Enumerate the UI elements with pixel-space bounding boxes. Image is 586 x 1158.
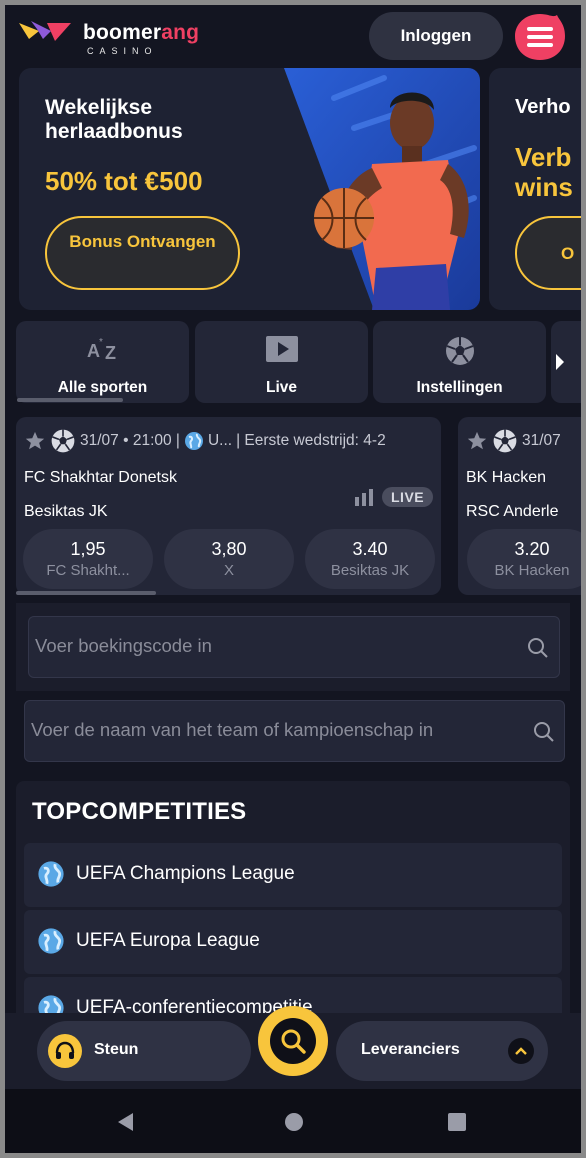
soccer-ball-icon — [51, 429, 75, 453]
competition-name: UEFA Europa League — [76, 930, 260, 951]
matches-scrollbar[interactable] — [16, 591, 156, 595]
providers-button[interactable]: Leveranciers — [336, 1021, 548, 1081]
booking-code-placeholder: Voer boekingscode in — [35, 635, 212, 656]
star-icon[interactable] — [466, 430, 488, 452]
odd-value: 1,95 — [70, 539, 106, 559]
match-meta: 31/07 — [466, 429, 561, 453]
banner-promo-text: Verb wins — [515, 142, 573, 202]
svg-text:Z: Z — [105, 343, 116, 363]
odd-value: 3.20 — [514, 539, 550, 559]
back-icon[interactable] — [115, 1111, 137, 1133]
hamburger-menu-icon — [515, 14, 565, 60]
logo-wordmark: boomerang — [83, 21, 200, 44]
banner-title: Wekelijkse herlaadbonus — [45, 96, 183, 143]
section-title: TOPCOMPETITIES — [32, 798, 247, 825]
odd-value: 3.40 — [352, 539, 388, 559]
stats-bar-icon[interactable] — [354, 488, 374, 506]
tabs-scroll-right[interactable] — [551, 321, 581, 403]
odd-button-draw[interactable]: 3,80 X — [164, 529, 294, 589]
team-away: Besiktas JK — [24, 503, 108, 520]
team-away: RSC Anderle — [466, 503, 559, 520]
match-card[interactable]: 31/07 BK Hacken RSC Anderle 3.20 BK Hack… — [458, 417, 581, 595]
headset-icon — [48, 1034, 82, 1068]
competition-item[interactable]: UEFA Champions League — [24, 843, 562, 907]
globe-icon — [38, 861, 64, 887]
search-icon[interactable] — [533, 721, 555, 743]
svg-text:*: * — [99, 337, 103, 348]
tab-label: Live — [265, 379, 297, 396]
odd-label: FC Shakht... — [46, 562, 130, 579]
tab-label: Alle sporten — [57, 379, 148, 396]
match-card[interactable]: 31/07 • 21:00 | U... | Eerste wedstrijd:… — [16, 417, 441, 595]
tab-live[interactable]: Live — [195, 321, 368, 403]
odd-label: BK Hacken — [494, 562, 570, 579]
competition-name: UEFA Champions League — [76, 863, 295, 884]
menu-button[interactable] — [513, 12, 567, 62]
recents-icon[interactable] — [446, 1111, 468, 1133]
promo-banner-secondary[interactable]: Verho Verb wins O — [489, 68, 581, 310]
team-search-placeholder: Voer de naam van het team of kampioensch… — [31, 719, 434, 740]
star-icon[interactable] — [24, 430, 46, 452]
top-header: boomerang CASINO Inloggen — [5, 5, 581, 67]
support-label: Steun — [94, 1041, 139, 1058]
booking-code-input[interactable]: Voer boekingscode in — [28, 616, 560, 678]
search-icon — [281, 1029, 306, 1054]
basketball-player-illustration — [284, 68, 480, 310]
claim-bonus-button[interactable]: Bonus Ontvangen — [45, 216, 240, 290]
soccer-ball-icon — [445, 337, 474, 365]
a-z-sort-icon: A * Z — [87, 337, 116, 363]
search-icon[interactable] — [527, 637, 549, 659]
banner-promo-text: 50% tot €500 — [45, 166, 203, 196]
tab-all-sports[interactable]: A * Z Alle sporten — [16, 321, 189, 403]
promo-banner-weekly-reload[interactable]: Wekelijkse herlaadbonus 50% tot €500 Bon… — [19, 68, 480, 310]
login-button[interactable]: Inloggen — [369, 12, 503, 60]
logo-subtitle: CASINO — [87, 46, 158, 56]
odd-button-home[interactable]: 1,95 FC Shakht... — [23, 529, 153, 589]
support-button[interactable]: Steun — [37, 1021, 251, 1081]
team-home: BK Hacken — [466, 469, 547, 486]
play-icon — [265, 336, 298, 362]
odd-label: Besiktas JK — [330, 562, 410, 579]
home-icon[interactable] — [283, 1111, 305, 1133]
tab-settings[interactable]: Instellingen — [373, 321, 546, 403]
system-navigation-bar — [5, 1089, 581, 1153]
chevron-up-icon — [508, 1038, 534, 1064]
match-first-leg: | Eerste wedstrijd: 4-2 — [236, 432, 386, 449]
banner-title: Verho — [515, 96, 571, 118]
providers-label: Leveranciers — [361, 1041, 460, 1058]
team-home: FC Shakhtar Donetsk — [24, 469, 177, 486]
globe-icon — [184, 432, 203, 450]
tabs-scrollbar[interactable] — [17, 398, 123, 402]
odd-button-home[interactable]: 3.20 BK Hacken — [467, 529, 581, 589]
competition-item[interactable]: UEFA Europa League — [24, 910, 562, 974]
chevron-right-icon — [556, 354, 564, 370]
odd-button-away[interactable]: 3.40 Besiktas JK — [305, 529, 435, 589]
soccer-ball-icon — [493, 429, 517, 453]
team-search-input[interactable]: Voer de naam van het team of kampioensch… — [24, 700, 565, 762]
match-datetime: 31/07 • 21:00 | — [80, 432, 180, 449]
boomerang-logo-icon — [19, 21, 71, 41]
match-meta: 31/07 • 21:00 | U... | Eerste wedstrijd:… — [24, 429, 386, 453]
match-datetime: 31/07 — [522, 432, 561, 449]
odd-value: 3,80 — [211, 539, 247, 559]
brand-logo[interactable]: boomerang CASINO — [17, 15, 217, 59]
live-badge: LIVE — [382, 487, 434, 507]
match-league: U... — [207, 432, 233, 449]
globe-icon — [38, 928, 64, 954]
tab-label: Instellingen — [416, 379, 503, 396]
banner-cta-button[interactable]: O — [515, 216, 581, 290]
app-screen: boomerang CASINO Inloggen Wekelijkse her… — [5, 5, 581, 1153]
search-fab-button[interactable] — [258, 1006, 328, 1076]
odd-label: X — [223, 562, 234, 579]
